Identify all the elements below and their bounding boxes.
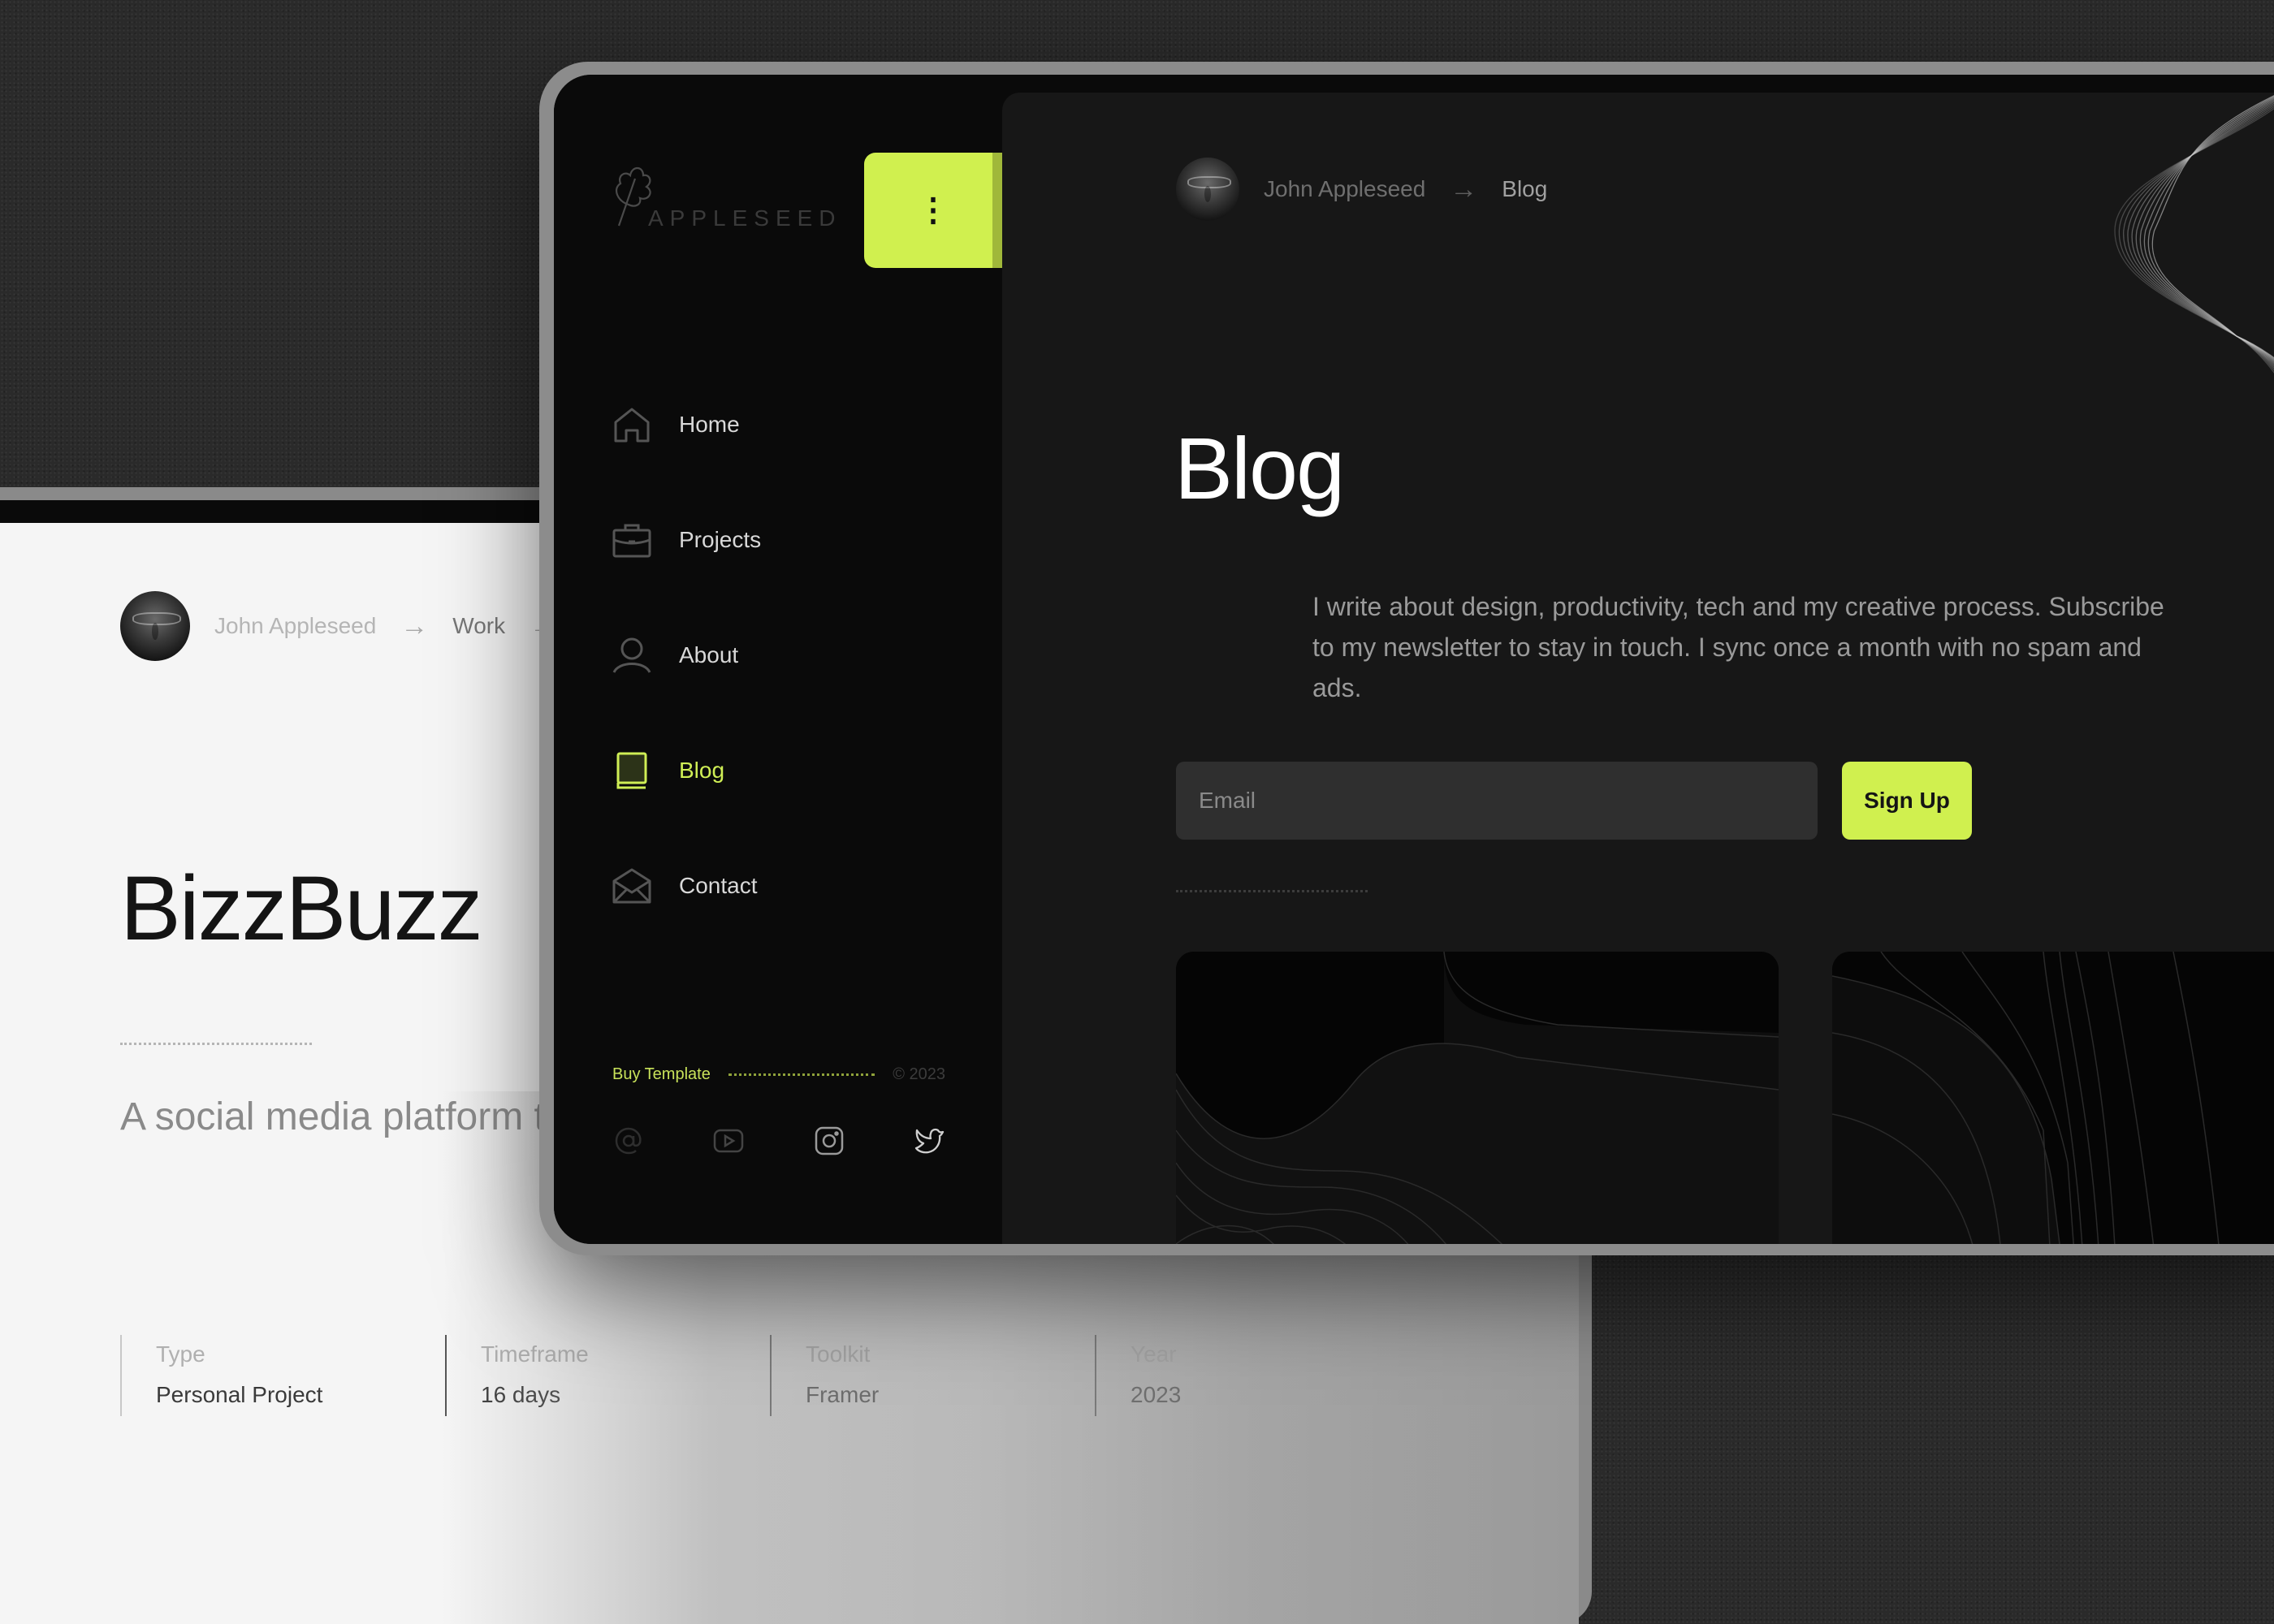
newsletter-form: Sign Up [1176, 762, 1972, 840]
email-input[interactable] [1176, 762, 1818, 840]
blog-post-list [1176, 952, 2274, 1244]
blog-intro: I write about design, productivity, tech… [1312, 592, 2164, 702]
avatar[interactable] [120, 591, 190, 661]
project-breadcrumb: John Appleseed → Work → [120, 591, 557, 661]
breadcrumb-current: Blog [1502, 176, 1548, 201]
instagram-icon[interactable] [813, 1125, 845, 1157]
sidebar-item-about[interactable]: About [612, 598, 761, 713]
meta-value: 2023 [1131, 1382, 1182, 1407]
sidebar-item-label: About [679, 642, 739, 667]
project-meta: Type Personal Project Timeframe 16 days … [120, 1335, 1420, 1416]
dotted-divider [728, 1073, 875, 1076]
decorative-wave [2114, 95, 2274, 374]
post-thumbnail-image [1176, 952, 1779, 1244]
arrow-right-icon: → [400, 610, 429, 641]
sidebar-item-blog[interactable]: Blog [612, 713, 761, 828]
meta-label: Year [1131, 1341, 1177, 1367]
breadcrumb-home-link[interactable]: John Appleseed [214, 613, 376, 639]
mail-icon [612, 866, 651, 905]
sidebar-footer: Buy Template © 2023 [612, 1065, 945, 1157]
front-device-frame: APPLESEED ⋮ Home Projects About Blog Con… [539, 62, 2274, 1255]
sidebar-item-projects[interactable]: Projects [612, 482, 761, 598]
sidebar: APPLESEED ⋮ Home Projects About Blog Con… [554, 75, 1002, 1244]
sidebar-item-label: Projects [679, 527, 762, 552]
blog-post-card[interactable] [1176, 952, 1779, 1244]
dotted-divider [120, 1043, 312, 1045]
at-icon[interactable] [612, 1125, 645, 1157]
meta-year: Year 2023 [1095, 1335, 1420, 1416]
home-icon [612, 405, 651, 444]
meta-value: Personal Project [156, 1382, 323, 1407]
arrow-right-icon: → [1450, 173, 1478, 205]
meta-timeframe: Timeframe 16 days [445, 1335, 770, 1416]
briefcase-icon [612, 520, 651, 559]
breadcrumb: John Appleseed → Blog [1176, 158, 1547, 221]
copyright: © 2023 [893, 1065, 945, 1083]
logo-text: APPLESEED [648, 205, 842, 231]
main-panel: John Appleseed → Blog Blog I write about… [1002, 93, 2274, 1244]
sidebar-item-label: Blog [679, 758, 725, 783]
meta-toolkit: Toolkit Framer [770, 1335, 1095, 1416]
meta-label: Timeframe [481, 1341, 589, 1367]
menu-button[interactable]: ⋮ [864, 153, 1002, 268]
user-icon [612, 636, 651, 675]
breadcrumb-home-link[interactable]: John Appleseed [1264, 176, 1425, 202]
buy-template-row: Buy Template © 2023 [612, 1065, 945, 1084]
meta-value: Framer [806, 1382, 880, 1407]
sign-up-button[interactable]: Sign Up [1842, 762, 1972, 840]
sidebar-item-contact[interactable]: Contact [612, 828, 761, 944]
twitter-icon[interactable] [913, 1125, 945, 1157]
meta-value: 16 days [481, 1382, 561, 1407]
meta-type: Type Personal Project [120, 1335, 445, 1416]
youtube-icon[interactable] [712, 1125, 745, 1157]
blog-post-card[interactable] [1832, 952, 2274, 1244]
post-thumbnail-image [1832, 952, 2274, 1244]
social-links [612, 1125, 945, 1157]
avatar[interactable] [1176, 158, 1239, 221]
sidebar-nav: Home Projects About Blog Contact [612, 367, 761, 944]
sidebar-item-label: Home [679, 412, 740, 437]
buy-template-link[interactable]: Buy Template [612, 1065, 711, 1084]
meta-label: Toolkit [806, 1341, 871, 1367]
logo[interactable]: APPLESEED [612, 164, 842, 233]
breadcrumb-work-link[interactable]: Work [452, 613, 505, 639]
meta-label: Type [156, 1341, 205, 1367]
front-device-screen: APPLESEED ⋮ Home Projects About Blog Con… [554, 75, 2274, 1244]
sidebar-item-label: Contact [679, 873, 758, 898]
more-vertical-icon: ⋮ [917, 192, 949, 228]
page-title: Blog [1174, 419, 1345, 517]
dotted-divider [1176, 890, 1368, 892]
sidebar-item-home[interactable]: Home [612, 367, 761, 482]
book-icon [612, 751, 651, 790]
project-title: BizzBuzz [120, 857, 483, 959]
